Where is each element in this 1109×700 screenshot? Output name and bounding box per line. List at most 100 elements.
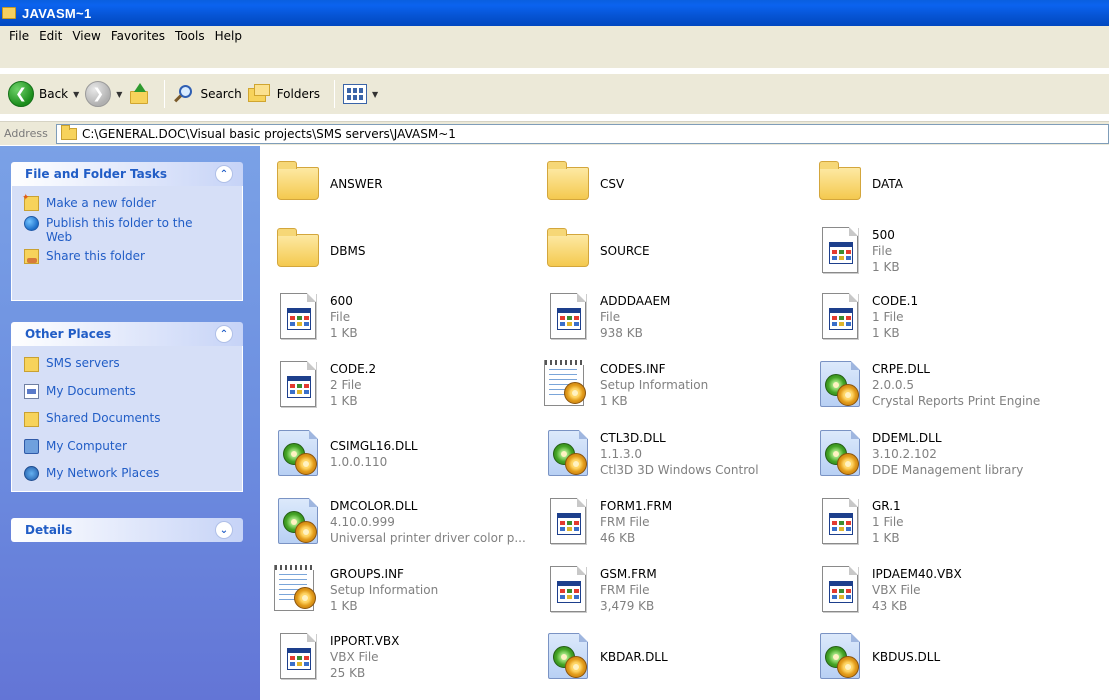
menu-tools[interactable]: Tools xyxy=(171,29,211,43)
file-size-or-description: 1 KB xyxy=(330,394,358,408)
place-my-network[interactable]: My Network Places xyxy=(24,464,234,484)
place-my-documents[interactable]: My Documents xyxy=(24,382,234,409)
file-item[interactable]: GR.1 1 File 1 KB xyxy=(812,491,1092,553)
panel-header[interactable]: File and Folder Tasks ⌃ xyxy=(11,162,243,186)
folder-icon xyxy=(24,357,39,372)
file-item[interactable]: IPPORT.VBX VBX File 25 KB xyxy=(270,626,550,688)
file-item[interactable]: GSM.FRM FRM File 3,479 KB xyxy=(540,559,820,621)
file-item[interactable]: CTL3D.DLL 1.1.3.0 Ctl3D 3D Windows Control xyxy=(540,423,820,485)
task-publish-web[interactable]: Publish this folder to the Web xyxy=(24,214,234,247)
place-sms-servers[interactable]: SMS servers xyxy=(24,354,234,382)
menu-view[interactable]: View xyxy=(68,29,106,43)
search-button[interactable]: Search xyxy=(173,79,242,109)
file-size-or-description: Crystal Reports Print Engine xyxy=(872,394,1041,408)
folder-item[interactable]: DBMS xyxy=(270,220,550,282)
file-size-or-description: 46 KB xyxy=(600,531,636,545)
file-size-or-description: 1 KB xyxy=(872,326,900,340)
up-button[interactable] xyxy=(128,79,150,109)
folder-item[interactable]: CSV xyxy=(540,153,820,215)
file-item[interactable]: KBDUS.DLL xyxy=(812,626,1092,688)
address-bar: Address C:\GENERAL.DOC\Visual basic proj… xyxy=(0,121,1109,145)
place-shared-documents[interactable]: Shared Documents xyxy=(24,409,234,437)
file-meta: IPPORT.VBX VBX File 25 KB xyxy=(324,633,399,681)
back-label: Back xyxy=(39,87,69,101)
task-make-new-folder[interactable]: Make a new folder xyxy=(22,191,234,214)
file-item[interactable]: CSIMGL16.DLL 1.0.0.110 xyxy=(270,423,550,485)
address-input[interactable]: C:\GENERAL.DOC\Visual basic projects\SMS… xyxy=(56,123,1109,144)
file-meta: FORM1.FRM FRM File 46 KB xyxy=(594,498,672,546)
menu-file[interactable]: File xyxy=(5,29,35,43)
file-meta: GSM.FRM FRM File 3,479 KB xyxy=(594,566,657,614)
file-type-or-version: FRM File xyxy=(600,583,650,597)
place-my-computer[interactable]: My Computer xyxy=(24,437,234,464)
file-name: 600 xyxy=(330,294,353,308)
dll-gear-icon xyxy=(540,427,594,481)
file-item[interactable]: CODE.1 1 File 1 KB xyxy=(812,286,1092,348)
file-icon xyxy=(270,630,324,684)
folder-icon xyxy=(270,157,324,211)
file-item[interactable]: FORM1.FRM FRM File 46 KB xyxy=(540,491,820,553)
file-item[interactable]: CRPE.DLL 2.0.0.5 Crystal Reports Print Eng… xyxy=(812,354,1092,416)
expand-chevron-down-icon[interactable]: ⌄ xyxy=(215,521,233,539)
file-size-or-description: 1 KB xyxy=(872,260,900,274)
file-type-or-version: 2 File xyxy=(330,378,362,392)
file-item[interactable]: IPDAEM40.VBX VBX File 43 KB xyxy=(812,559,1092,621)
file-item[interactable]: ADDDAAEM File 938 KB xyxy=(540,286,820,348)
file-meta: GROUPS.INF Setup Information 1 KB xyxy=(324,566,438,614)
menu-edit[interactable]: Edit xyxy=(35,29,68,43)
back-button[interactable]: ❮ Back ▼ xyxy=(8,79,79,109)
file-item[interactable]: GROUPS.INF Setup Information 1 KB xyxy=(270,559,550,621)
folder-icon xyxy=(2,7,16,19)
panel-header[interactable]: Details ⌄ xyxy=(11,518,243,542)
file-name: DDEML.DLL xyxy=(872,431,942,445)
file-size-or-description: Ctl3D 3D Windows Control xyxy=(600,463,759,477)
file-meta: CODE.1 1 File 1 KB xyxy=(866,293,918,341)
collapse-chevron-up-icon[interactable]: ⌃ xyxy=(215,325,233,343)
file-meta: 600 File 1 KB xyxy=(324,293,358,341)
file-icon xyxy=(812,563,866,617)
folder-icon xyxy=(61,124,77,140)
toolbar-separator xyxy=(164,80,166,108)
collapse-chevron-up-icon[interactable]: ⌃ xyxy=(215,165,233,183)
forward-dropdown-icon[interactable]: ▼ xyxy=(116,90,122,99)
file-meta: DMCOLOR.DLL 4.10.0.999 Universal printer d… xyxy=(324,498,526,546)
folders-button[interactable]: Folders xyxy=(247,79,320,109)
folder-item[interactable]: ANSWER xyxy=(270,153,550,215)
task-share-folder[interactable]: Share this folder xyxy=(24,247,234,267)
folder-item[interactable]: DATA xyxy=(812,153,1092,215)
menu-help[interactable]: Help xyxy=(211,29,248,43)
file-type-or-version: File xyxy=(872,244,893,258)
file-item[interactable]: KBDAR.DLL xyxy=(540,626,820,688)
file-folder-tasks-panel: File and Folder Tasks ⌃ Make a new folde… xyxy=(11,162,243,301)
file-name: 500 xyxy=(872,228,895,242)
file-size-or-description: DDE Management library xyxy=(872,463,1024,477)
views-button[interactable]: ▼ xyxy=(343,79,378,109)
folder-item[interactable]: SOURCE xyxy=(540,220,820,282)
file-item[interactable]: 500 File 1 KB xyxy=(812,220,1092,282)
file-item[interactable]: DDEML.DLL 3.10.2.102 DDE Management librar… xyxy=(812,423,1092,485)
window-title: JAVASM~1 xyxy=(22,5,92,21)
file-type-or-version: FRM File xyxy=(600,515,650,529)
file-name: DMCOLOR.DLL xyxy=(330,499,418,513)
file-item[interactable]: CODE.2 2 File 1 KB xyxy=(270,354,550,416)
file-item[interactable]: DMCOLOR.DLL 4.10.0.999 Universal printer d… xyxy=(270,491,550,553)
file-name: CSIMGL16.DLL xyxy=(330,439,418,453)
file-item[interactable]: 600 File 1 KB xyxy=(270,286,550,348)
place-label: Shared Documents xyxy=(46,411,161,425)
panel-header[interactable]: Other Places ⌃ xyxy=(11,322,243,346)
back-dropdown-icon[interactable]: ▼ xyxy=(73,90,79,99)
views-dropdown-icon[interactable]: ▼ xyxy=(372,90,378,99)
file-meta: DBMS xyxy=(324,243,365,259)
file-name: CODE.1 xyxy=(872,294,919,308)
title-bar[interactable]: JAVASM~1 xyxy=(0,0,1109,26)
file-name: KBDUS.DLL xyxy=(872,650,941,664)
menu-favorites[interactable]: Favorites xyxy=(107,29,171,43)
place-label: SMS servers xyxy=(46,356,120,370)
file-item[interactable]: CODES.INF Setup Information 1 KB xyxy=(540,354,820,416)
file-name: CODES.INF xyxy=(600,362,666,376)
file-meta: 500 File 1 KB xyxy=(866,227,900,275)
file-meta: KBDAR.DLL xyxy=(594,649,668,665)
file-size-or-description: 3,479 KB xyxy=(600,599,655,613)
file-name: SOURCE xyxy=(600,244,650,258)
forward-button[interactable]: ❯ ▼ xyxy=(85,79,122,109)
